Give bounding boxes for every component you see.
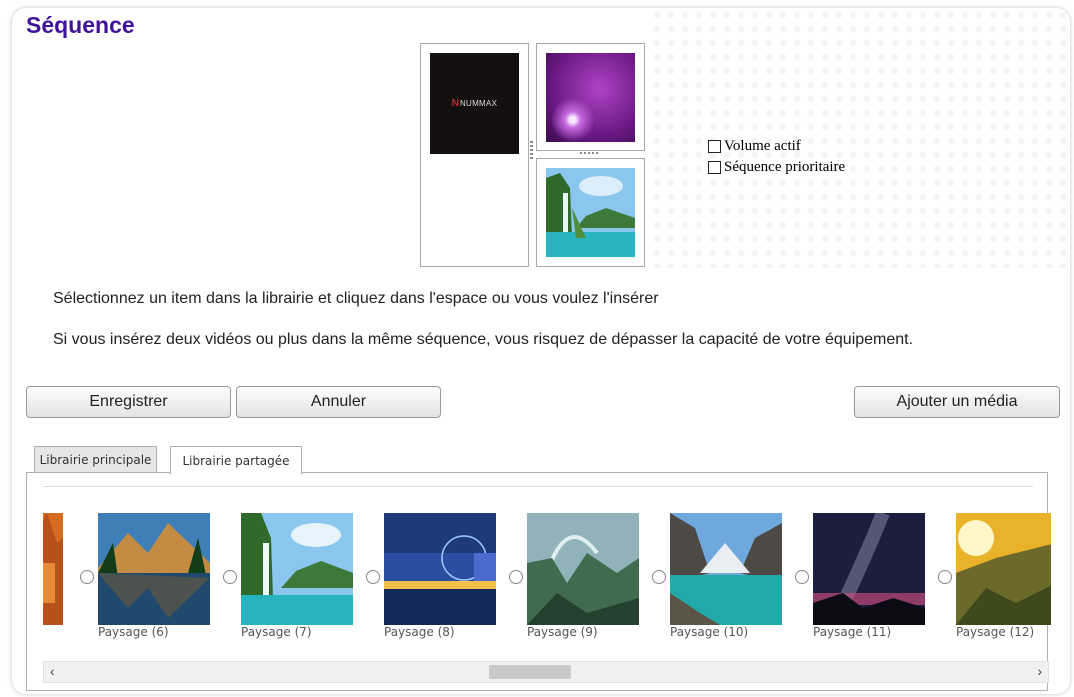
add-media-button[interactable]: Ajouter un média bbox=[854, 386, 1060, 418]
divider bbox=[43, 486, 1033, 487]
library-panel: Paysage (6) Paysage (7) Paysage (8) Pays… bbox=[26, 472, 1051, 691]
layout-zone-bottom-right[interactable] bbox=[536, 158, 645, 267]
select-radio[interactable] bbox=[509, 570, 523, 584]
item-caption: Paysage (10) bbox=[670, 625, 749, 639]
sequence-panel: Séquence N NUMMAX Volume actif Séquence … bbox=[12, 8, 1070, 694]
tab-main-library[interactable]: Librairie principale bbox=[34, 446, 157, 473]
select-radio[interactable] bbox=[795, 570, 809, 584]
logo-text: NUMMAX bbox=[459, 99, 498, 108]
list-item[interactable]: Paysage (9) bbox=[509, 513, 652, 648]
list-item-partial[interactable] bbox=[43, 513, 77, 648]
layout-zone-top-right[interactable] bbox=[536, 43, 645, 151]
warning-text: Si vous insérez deux vidéos ou plus dans… bbox=[53, 331, 914, 348]
scroll-right-arrow-icon[interactable]: › bbox=[1037, 663, 1042, 679]
item-caption: Paysage (12) bbox=[956, 625, 1035, 639]
volume-label: Volume actif bbox=[724, 138, 801, 154]
checkbox-box[interactable] bbox=[708, 140, 721, 153]
item-caption: Paysage (8) bbox=[384, 625, 455, 639]
item-caption: Paysage (9) bbox=[527, 625, 598, 639]
sunset-valley-thumbnail bbox=[956, 513, 1051, 625]
nummax-logo-thumbnail: N NUMMAX bbox=[430, 53, 519, 154]
item-caption: Paysage (7) bbox=[241, 625, 312, 639]
horizontal-scrollbar[interactable]: ‹ › bbox=[43, 661, 1049, 683]
scroll-left-arrow-icon[interactable]: ‹ bbox=[50, 663, 55, 679]
fantasy-landscape-thumbnail bbox=[527, 513, 639, 625]
volume-checkbox[interactable]: Volume actif bbox=[708, 138, 801, 155]
select-radio[interactable] bbox=[652, 570, 666, 584]
select-radio[interactable] bbox=[80, 570, 94, 584]
vertical-resize-handle[interactable] bbox=[530, 141, 533, 161]
media-strip: Paysage (6) Paysage (7) Paysage (8) Pays… bbox=[43, 513, 1051, 648]
nummax-logo-icon: N bbox=[451, 98, 459, 109]
select-radio[interactable] bbox=[223, 570, 237, 584]
select-radio[interactable] bbox=[938, 570, 952, 584]
list-item[interactable]: Paysage (12) bbox=[938, 513, 1051, 648]
waterfall-thumbnail bbox=[546, 168, 635, 257]
purple-abstract-thumbnail bbox=[546, 53, 635, 142]
milky-way-thumbnail bbox=[813, 513, 925, 625]
turquoise-lake-thumbnail bbox=[670, 513, 782, 625]
waterfall-thumbnail bbox=[241, 513, 353, 625]
list-item[interactable]: Paysage (10) bbox=[652, 513, 795, 648]
scrollbar-thumb[interactable] bbox=[489, 665, 571, 679]
save-button[interactable]: Enregistrer bbox=[26, 386, 231, 418]
list-item[interactable]: Paysage (7) bbox=[223, 513, 366, 648]
list-item[interactable]: Paysage (8) bbox=[366, 513, 509, 648]
priority-checkbox[interactable]: Séquence prioritaire bbox=[708, 159, 845, 176]
tab-shared-library[interactable]: Librairie partagée bbox=[170, 446, 302, 475]
item-caption: Paysage (6) bbox=[98, 625, 169, 639]
priority-label: Séquence prioritaire bbox=[724, 159, 846, 175]
canyon-thumbnail bbox=[43, 513, 63, 625]
item-caption: Paysage (11) bbox=[813, 625, 892, 639]
instruction-text: Sélectionnez un item dans la librairie e… bbox=[53, 290, 659, 307]
checkbox-box[interactable] bbox=[708, 161, 721, 174]
layout-zone-left[interactable]: N NUMMAX bbox=[420, 43, 529, 267]
horizontal-resize-handle[interactable] bbox=[580, 152, 598, 154]
city-night-thumbnail bbox=[384, 513, 496, 625]
select-radio[interactable] bbox=[366, 570, 380, 584]
cancel-button[interactable]: Annuler bbox=[236, 386, 441, 418]
list-item[interactable]: Paysage (11) bbox=[795, 513, 938, 648]
page-title: Séquence bbox=[26, 12, 135, 38]
mountain-lake-thumbnail bbox=[98, 513, 210, 625]
list-item[interactable]: Paysage (6) bbox=[80, 513, 223, 648]
